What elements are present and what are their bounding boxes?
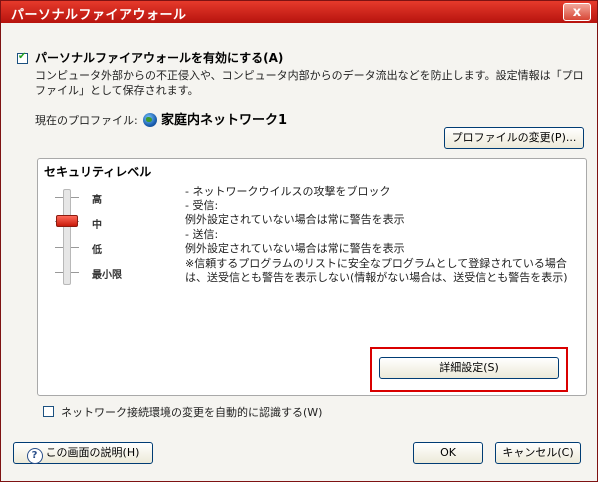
help-button-label: この画面の説明(H) (45, 446, 140, 459)
security-level-slider-thumb[interactable] (56, 215, 78, 227)
auto-detect-checkbox[interactable] (43, 406, 54, 417)
security-description-line: は、送受信とも警告を表示しない(情報がない場合は、送受信とも警告を表示) (185, 271, 568, 284)
current-profile-name: 家庭内ネットワーク1 (161, 113, 288, 128)
slider-tick (55, 247, 63, 248)
globe-icon (143, 113, 157, 127)
ok-button[interactable]: OK (413, 442, 483, 464)
change-profile-button[interactable]: プロファイルの変更(P)... (444, 127, 584, 149)
window-title: パーソナルファイアウォール (11, 8, 187, 23)
detail-settings-button[interactable]: 詳細設定(S) (379, 357, 559, 379)
level-minimum: 最小限 (92, 270, 122, 281)
auto-detect-label[interactable]: ネットワーク接続環境の変更を自動的に認識する(W) (61, 404, 322, 420)
security-description-line: - 受信: (185, 199, 219, 212)
level-high: 高 (92, 195, 102, 206)
security-description-line: - ネットワークウイルスの攻撃をブロック (185, 185, 391, 198)
help-icon: ? (26, 448, 43, 464)
enable-firewall-description-2: ファイル」として保存されます。 (35, 84, 199, 97)
close-button[interactable]: x (563, 3, 591, 21)
firewall-dialog: パーソナルファイアウォール x パーソナルファイアウォールを有効にする(A) コ… (0, 0, 598, 482)
slider-tick (71, 247, 79, 248)
enable-firewall-checkbox[interactable] (17, 51, 28, 64)
enable-firewall-description-1: コンピュータ外部からの不正侵入や、コンピュータ内部からのデータ流出などを防止しま… (35, 69, 584, 82)
enable-firewall-label[interactable]: パーソナルファイアウォールを有効にする(A) (35, 49, 283, 66)
slider-tick (71, 272, 79, 273)
security-level-slider[interactable] (63, 189, 71, 285)
level-medium: 中 (92, 220, 102, 231)
security-description-line: ※信頼するプログラムのリストに安全なプログラムとして登録されている場合 (185, 257, 567, 270)
slider-tick (55, 197, 63, 198)
help-button[interactable]: ? この画面の説明(H) (13, 442, 153, 464)
dialog-content: パーソナルファイアウォールを有効にする(A) コンピュータ外部からの不正侵入や、… (1, 23, 597, 481)
security-description-line: - 送信: (185, 228, 219, 241)
slider-tick (55, 272, 63, 273)
security-description-line: 例外設定されていない場合は常に警告を表示 (185, 242, 405, 255)
current-profile: 家庭内ネットワーク1 (143, 109, 287, 128)
cancel-button[interactable]: キャンセル(C) (495, 442, 581, 464)
security-level-title: セキュリティレベル (44, 165, 152, 179)
title-bar[interactable]: パーソナルファイアウォール x (1, 1, 597, 23)
slider-tick (71, 197, 79, 198)
level-low: 低 (92, 245, 102, 256)
security-description-line: 例外設定されていない場合は常に警告を表示 (185, 213, 405, 226)
current-profile-label: 現在のプロファイル: (35, 114, 138, 127)
